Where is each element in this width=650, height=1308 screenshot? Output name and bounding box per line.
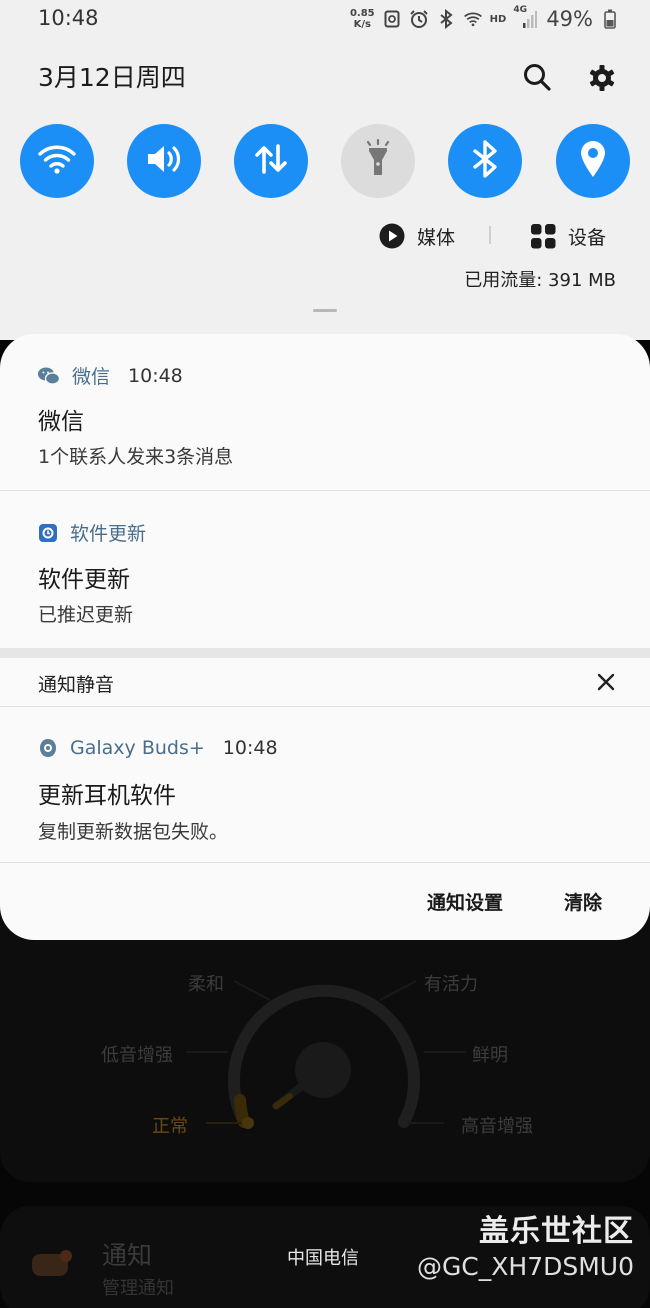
sound-icon	[144, 142, 184, 180]
play-icon	[379, 223, 405, 249]
notification-wechat[interactable]: 微信 10:48 微信 1个联系人发来3条消息	[0, 334, 650, 490]
cellular-icon: 4G	[513, 5, 538, 29]
status-icons: 0.85 K/s HD 4G 49%	[350, 4, 620, 34]
notify-setting-subtitle: 管理通知	[102, 1278, 174, 1299]
notification-app-name: 软件更新	[70, 523, 147, 545]
location-icon	[578, 139, 608, 183]
alarm-icon	[409, 9, 429, 29]
cellular-type: 4G	[513, 5, 527, 15]
notification-app-name: Galaxy Buds+	[70, 737, 205, 759]
hd-badge: HD	[489, 13, 507, 25]
media-divider	[489, 226, 491, 244]
media-label: 媒体	[417, 226, 456, 249]
notification-body: 复制更新数据包失败。	[38, 821, 229, 843]
notification-body: 1个联系人发来3条消息	[38, 446, 234, 468]
eq-dynamic[interactable]: 有活力	[424, 970, 478, 996]
notification-title: 微信	[38, 409, 84, 435]
notify-setting-title: 通知	[102, 1241, 153, 1270]
battery-level: 49%	[546, 7, 593, 31]
equalizer-dial	[186, 980, 466, 1129]
notification-header: Galaxy Buds+ 10:48	[38, 737, 278, 759]
gear-icon[interactable]	[584, 60, 620, 96]
toggle-bluetooth[interactable]	[448, 124, 522, 198]
net-speed-value: 0.85	[349, 8, 375, 19]
date-label[interactable]: 3月12日周四	[38, 58, 186, 94]
devices-icon	[531, 223, 556, 249]
mobile-data-icon	[253, 142, 289, 180]
notification-settings-button[interactable]: 通知设置	[427, 888, 503, 915]
divider	[0, 862, 650, 863]
notification-app-name: 微信	[72, 366, 111, 388]
toggle-wifi[interactable]	[20, 124, 94, 198]
eq-bass-boost[interactable]: 低音增强	[101, 1041, 173, 1067]
watermark-title: 盖乐世社区	[479, 1214, 634, 1249]
eq-soft[interactable]: 柔和	[188, 970, 224, 996]
screenshot-icon	[382, 9, 402, 29]
notification-body: 已推迟更新	[38, 604, 134, 626]
clear-button[interactable]: 清除	[564, 888, 602, 915]
eq-normal[interactable]: 正常	[152, 1112, 188, 1138]
notification-header: 软件更新	[38, 519, 146, 546]
toggle-location[interactable]	[556, 124, 630, 198]
bluetooth-icon	[471, 139, 499, 183]
carrier-label: 中国电信	[287, 1248, 359, 1269]
quick-panel: 10:48 0.85 K/s HD 4G 49% 3月12日周四 媒体 设备 已…	[0, 0, 650, 340]
notification-galaxy-buds[interactable]: Galaxy Buds+ 10:48 更新耳机软件 复制更新数据包失败。	[0, 707, 650, 862]
section-gap	[0, 648, 650, 658]
status-time: 10:48	[38, 6, 99, 30]
data-usage: 已用流量: 391 MB	[464, 270, 616, 291]
bluetooth-status-icon	[436, 9, 456, 29]
notification-time: 10:48	[128, 364, 183, 387]
quick-toggles	[20, 124, 630, 198]
wechat-icon	[38, 366, 60, 386]
equalizer-panel: 柔和 有活力 低音增强 鲜明 正常 高音增强	[0, 900, 650, 1182]
software-update-icon	[38, 523, 58, 543]
eq-treble-boost[interactable]: 高音增强	[461, 1112, 533, 1138]
drag-handle[interactable]	[313, 309, 337, 312]
flashlight-icon	[361, 138, 395, 183]
notification-software-update[interactable]: 软件更新 软件更新 已推迟更新	[0, 491, 650, 648]
silent-section-label: 通知静音	[38, 674, 115, 696]
galaxy-buds-icon	[38, 738, 58, 758]
notification-title: 软件更新	[38, 567, 130, 593]
toggle-mobile-data[interactable]	[234, 124, 308, 198]
wifi-status-icon	[463, 9, 483, 29]
background-app: 柔和 有活力 低音增强 鲜明 正常 高音增强 通知 管理通知 中国电信 盖乐世社…	[0, 900, 650, 1308]
status-bar: 10:48 0.85 K/s HD 4G 49%	[0, 0, 650, 38]
search-icon[interactable]	[520, 60, 554, 94]
toggle-flashlight[interactable]	[341, 124, 415, 198]
notification-title: 更新耳机软件	[38, 783, 176, 809]
wifi-icon	[37, 143, 77, 179]
close-icon[interactable]	[594, 670, 618, 694]
watermark-user: @GC_XH7DSMU0	[416, 1252, 634, 1281]
notification-header: 微信 10:48	[38, 362, 183, 389]
media-button[interactable]: 媒体	[379, 220, 455, 252]
devices-button[interactable]: 设备	[531, 220, 606, 252]
notification-card: 微信 10:48 微信 1个联系人发来3条消息 软件更新 软件更新 已推迟更新 …	[0, 334, 650, 940]
eq-clear[interactable]: 鲜明	[472, 1041, 508, 1067]
devices-label: 设备	[568, 226, 607, 249]
toggle-sound[interactable]	[127, 124, 201, 198]
net-speed: 0.85 K/s	[350, 8, 375, 30]
notify-icon	[30, 1248, 74, 1284]
battery-icon	[600, 9, 620, 29]
net-speed-unit: K/s	[353, 19, 371, 30]
notification-time: 10:48	[222, 737, 278, 759]
